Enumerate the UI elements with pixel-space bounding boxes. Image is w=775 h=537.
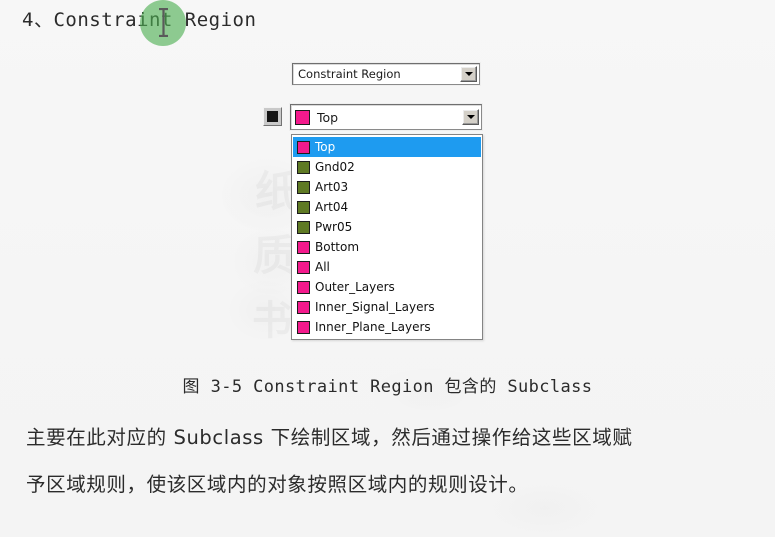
chevron-down-icon [466, 115, 475, 119]
color-swatch [297, 300, 310, 314]
subclass-list-item[interactable]: Art03 [293, 177, 481, 197]
class-combobox-dropdown-button[interactable] [460, 66, 477, 82]
body-paragraph-line: 予区域规则，使该区域内的对象按照区域内的规则设计。 [26, 473, 529, 496]
layer-visibility-toggle-button[interactable] [263, 107, 282, 126]
subclass-combobox-value-group: Top [291, 109, 462, 125]
subclass-list-item[interactable]: Inner_Signal_Layers [293, 297, 481, 317]
class-combobox[interactable]: Constraint Region [292, 63, 480, 85]
subclass-list-item[interactable]: Art04 [293, 197, 481, 217]
subclass-combobox-dropdown-button[interactable] [462, 109, 479, 125]
color-swatch [297, 260, 310, 274]
subclass-combobox[interactable]: Top [290, 104, 482, 130]
document-page: 纸 质 书 4、Constraint Region Constraint Reg… [0, 0, 775, 537]
subclass-list-item-label: Art03 [315, 180, 349, 194]
subclass-list-item-label: All [315, 260, 330, 274]
color-swatch [297, 180, 310, 194]
color-swatch [297, 240, 310, 254]
body-paragraph-line: 主要在此对应的 Subclass 下绘制区域，然后通过操作给这些区域赋 [26, 426, 633, 449]
subclass-list-item-label: Bottom [315, 240, 360, 254]
subclass-list-item-label: Inner_Signal_Layers [315, 300, 435, 314]
color-swatch [297, 220, 310, 234]
subclass-dropdown-list[interactable]: Top Gnd02 Art03 Art04 Pwr05 Bottom All Outer_La… [291, 134, 483, 340]
subclass-list-item-label: Outer_Layers [315, 280, 395, 294]
color-swatch [297, 200, 310, 214]
color-swatch [297, 140, 310, 154]
filled-square-icon [267, 111, 278, 122]
color-swatch [297, 280, 310, 294]
subclass-list-item-label: Inner_Plane_Layers [315, 320, 431, 334]
color-swatch [295, 109, 310, 125]
subclass-list-item-label: Art04 [315, 200, 349, 214]
subclass-list-item[interactable]: Top [293, 137, 481, 157]
figure-caption: 图 3-5 Constraint Region 包含的 Subclass [182, 377, 593, 397]
page-title: 4、Constraint Region [22, 9, 257, 31]
subclass-list-item-label: Pwr05 [315, 220, 353, 234]
subclass-list-item[interactable]: Gnd02 [293, 157, 481, 177]
chevron-down-icon [464, 72, 473, 76]
subclass-list-item[interactable]: Bottom [293, 237, 481, 257]
class-combobox-value: Constraint Region [298, 67, 401, 81]
subclass-combobox-value: Top [317, 109, 339, 125]
subclass-list-item[interactable]: All [293, 257, 481, 277]
color-swatch [297, 160, 310, 174]
subclass-list-item[interactable]: Inner_Plane_Layers [293, 317, 481, 337]
subclass-selector-panel: Constraint Region Top Top Gnd02 Art03 Art04… [255, 58, 495, 348]
color-swatch [297, 320, 310, 334]
subclass-list-item[interactable]: Pwr05 [293, 217, 481, 237]
subclass-list-item[interactable]: Outer_Layers [293, 277, 481, 297]
subclass-list-item-label: Top [315, 140, 336, 154]
subclass-list-item-label: Gnd02 [315, 160, 355, 174]
